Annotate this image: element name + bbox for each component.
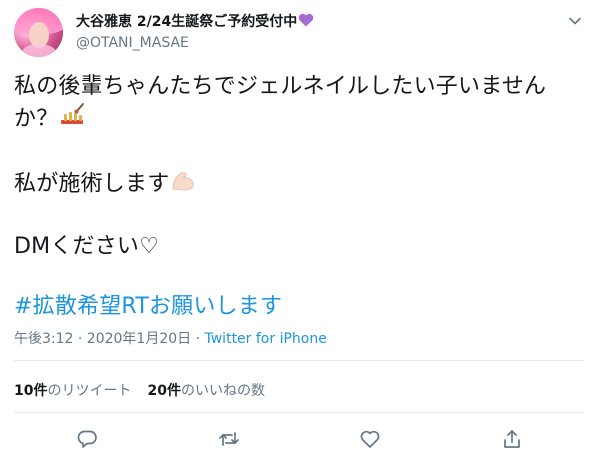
tweet-line-1: 私の後輩ちゃんたちでジェルネイルしたい子いません xyxy=(14,74,547,99)
flexed-biceps-icon xyxy=(169,167,197,202)
action-bar xyxy=(0,428,598,450)
tweet-text: 私の後輩ちゃんたちでジェルネイルしたい子いません か？ 私が施術します DMくだ… xyxy=(14,72,584,322)
likes-count: 20件 xyxy=(147,383,181,399)
tweet-meta: 午後3:12 · 2020年1月20日 · Twitter for iPhone xyxy=(14,328,327,348)
author-name-row[interactable]: 大谷雅恵 2/24生誕祭ご予約受付中 xyxy=(76,11,314,31)
tweet-card: 大谷雅恵 2/24生誕祭ご予約受付中 @OTANI_MASAE 私の後輩ちゃんた… xyxy=(0,0,598,461)
tweet-line-2: か？ xyxy=(14,102,584,137)
avatar[interactable] xyxy=(14,8,63,57)
tweet-line-3-text: 私が施術します xyxy=(14,171,170,197)
retweet-icon[interactable] xyxy=(218,428,240,450)
reply-icon[interactable] xyxy=(76,428,98,450)
retweets-stat[interactable]: 10件のリツイート xyxy=(14,383,131,399)
tweet-line-4: DMください♡ xyxy=(14,234,160,259)
chevron-down-icon[interactable] xyxy=(568,14,582,28)
tweet-line-2-text: か？ xyxy=(14,106,59,132)
hashtag-link[interactable]: #拡散希望RTお願いします xyxy=(14,292,584,322)
share-icon[interactable] xyxy=(501,428,523,450)
nail-polish-icon xyxy=(58,102,86,137)
source-link[interactable]: Twitter for iPhone xyxy=(205,331,327,347)
author-name[interactable]: 大谷雅恵 2/24生誕祭ご予約受付中 xyxy=(76,14,297,30)
timestamp[interactable]: 午後3:12 · 2020年1月20日 · xyxy=(14,331,205,347)
divider xyxy=(14,412,584,413)
retweets-label: のリツイート xyxy=(47,383,132,399)
author-handle[interactable]: @OTANI_MASAE xyxy=(76,35,189,51)
divider xyxy=(14,360,584,361)
engagement-stats: 10件のリツイート 20件のいいねの数 xyxy=(14,380,265,400)
heart-outline-icon[interactable] xyxy=(359,428,381,450)
purple-heart-icon xyxy=(298,13,314,30)
retweets-count: 10件 xyxy=(14,383,48,399)
tweet-line-3: 私が施術します xyxy=(14,167,584,202)
likes-stat[interactable]: 20件のいいねの数 xyxy=(147,383,264,399)
likes-label: のいいねの数 xyxy=(180,383,265,399)
